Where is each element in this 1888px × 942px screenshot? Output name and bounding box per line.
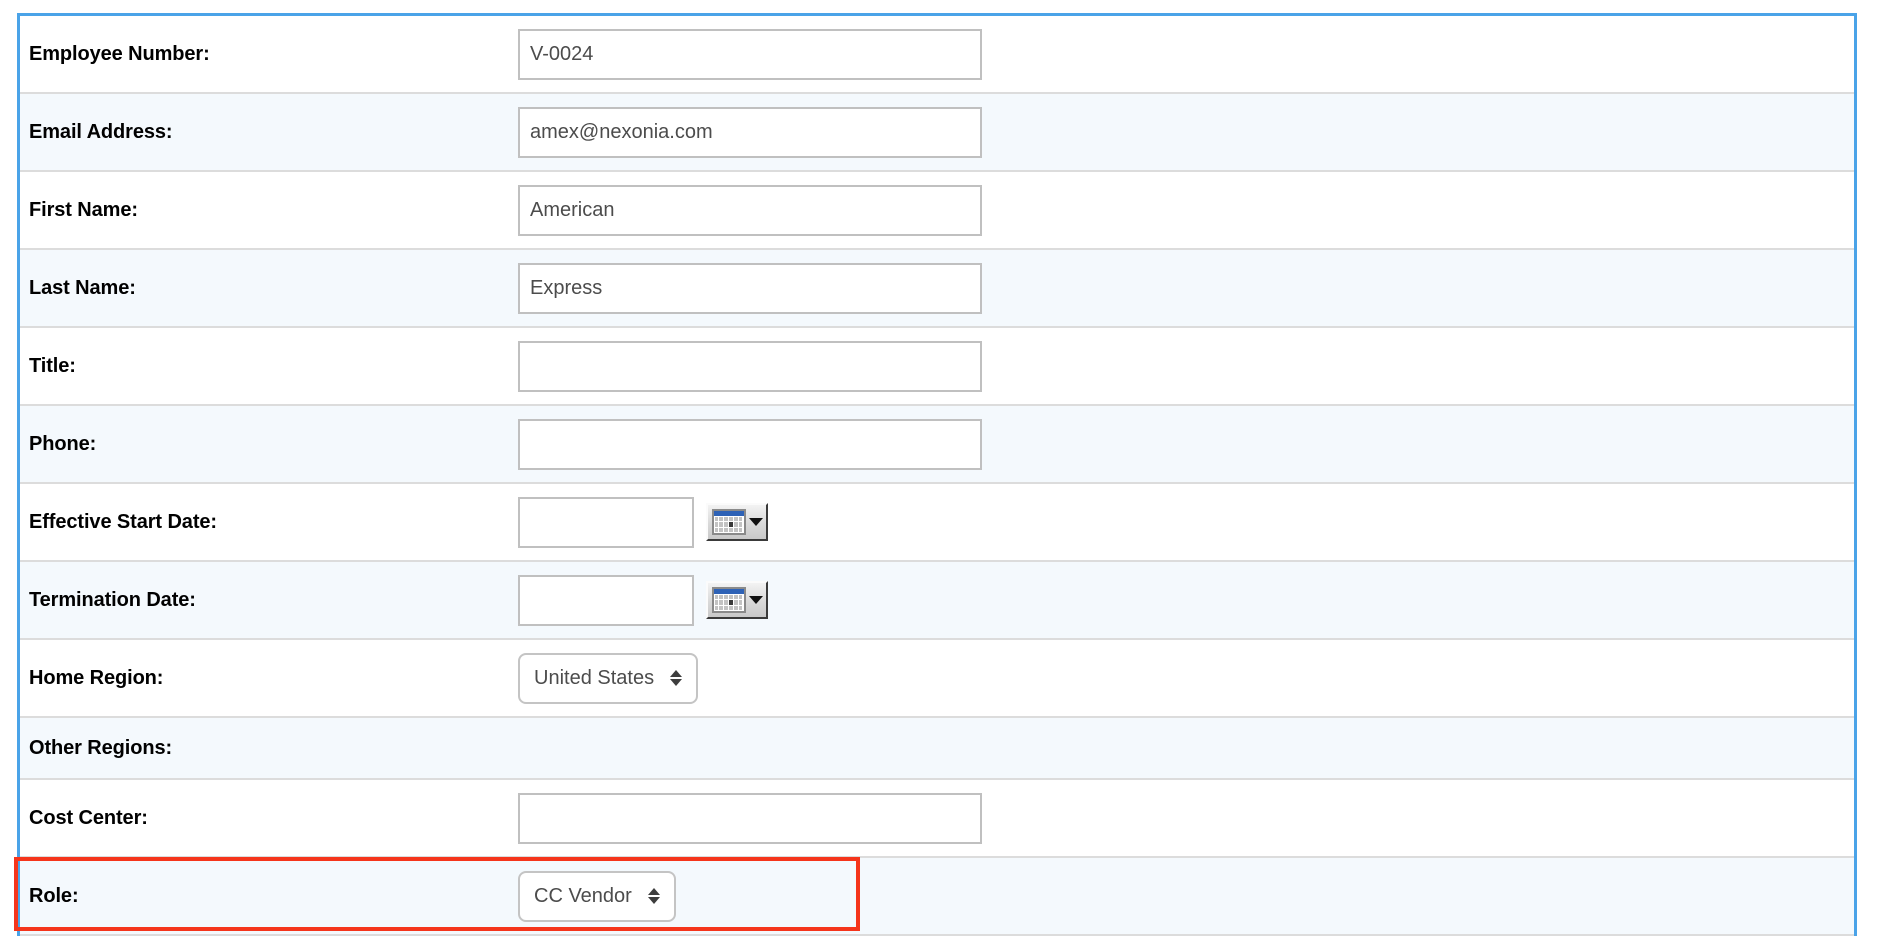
form-row: Email Address: — [20, 94, 1854, 172]
field-label: Cost Center: — [29, 806, 148, 829]
field-control-cell: United States — [518, 652, 1854, 704]
form-row: Role: CC Vendor — [20, 858, 1854, 936]
field-label: Effective Start Date: — [29, 510, 217, 533]
text-input[interactable] — [518, 262, 982, 314]
field-label: Phone: — [29, 432, 97, 455]
calendar-picker-button[interactable] — [706, 581, 768, 619]
field-label: Role: — [29, 884, 79, 907]
form-row: Effective Start Date: — [20, 484, 1854, 562]
field-control-cell — [518, 28, 1854, 80]
select-value: United States — [534, 666, 655, 689]
text-input[interactable] — [518, 106, 982, 158]
select-dropdown[interactable]: United States — [518, 652, 699, 704]
calendar-picker-button[interactable] — [706, 503, 768, 541]
calendar-icon — [711, 587, 746, 613]
field-label: Home Region: — [29, 666, 164, 689]
form-row: Title: — [20, 328, 1854, 406]
calendar-icon — [711, 509, 746, 535]
chevron-down-icon — [748, 518, 763, 526]
text-input[interactable] — [518, 418, 982, 470]
field-label: Employee Number: — [29, 42, 210, 65]
text-input[interactable] — [518, 340, 982, 392]
field-control-cell — [518, 496, 1854, 548]
form-row: Cost Center: — [20, 780, 1854, 858]
chevron-down-icon — [748, 596, 763, 604]
form-row: Employee Number: — [20, 16, 1854, 94]
form-row: Termination Date: — [20, 562, 1854, 640]
field-control-cell: CC Vendor — [518, 870, 1854, 922]
text-input[interactable] — [518, 28, 982, 80]
field-control-cell — [518, 418, 1854, 470]
field-control-cell — [518, 106, 1854, 158]
field-control-cell — [518, 792, 1854, 844]
form-row: Other Regions: — [20, 718, 1854, 780]
text-input[interactable] — [518, 792, 982, 844]
select-dropdown[interactable]: CC Vendor — [518, 870, 676, 922]
field-control-cell — [518, 340, 1854, 392]
field-label: Other Regions: — [29, 736, 173, 759]
form-row: Phone: — [20, 406, 1854, 484]
select-spinner-icon — [670, 670, 683, 686]
form-row: Home Region: United States — [20, 640, 1854, 718]
field-control-cell — [518, 262, 1854, 314]
select-spinner-icon — [647, 888, 660, 904]
field-label: Last Name: — [29, 276, 136, 299]
date-input[interactable] — [518, 496, 694, 548]
select-value: CC Vendor — [534, 884, 632, 907]
date-input[interactable] — [518, 574, 694, 626]
field-control-cell — [518, 184, 1854, 236]
employee-detail-form: Employee Number: Email Address: First Name… — [17, 13, 1857, 936]
field-label: Title: — [29, 354, 76, 377]
field-label: First Name: — [29, 198, 138, 221]
field-label: Email Address: — [29, 120, 173, 143]
text-input[interactable] — [518, 184, 982, 236]
field-label: Termination Date: — [29, 588, 196, 611]
field-control-cell — [518, 574, 1854, 626]
form-row: First Name: — [20, 172, 1854, 250]
form-row: Last Name: — [20, 250, 1854, 328]
